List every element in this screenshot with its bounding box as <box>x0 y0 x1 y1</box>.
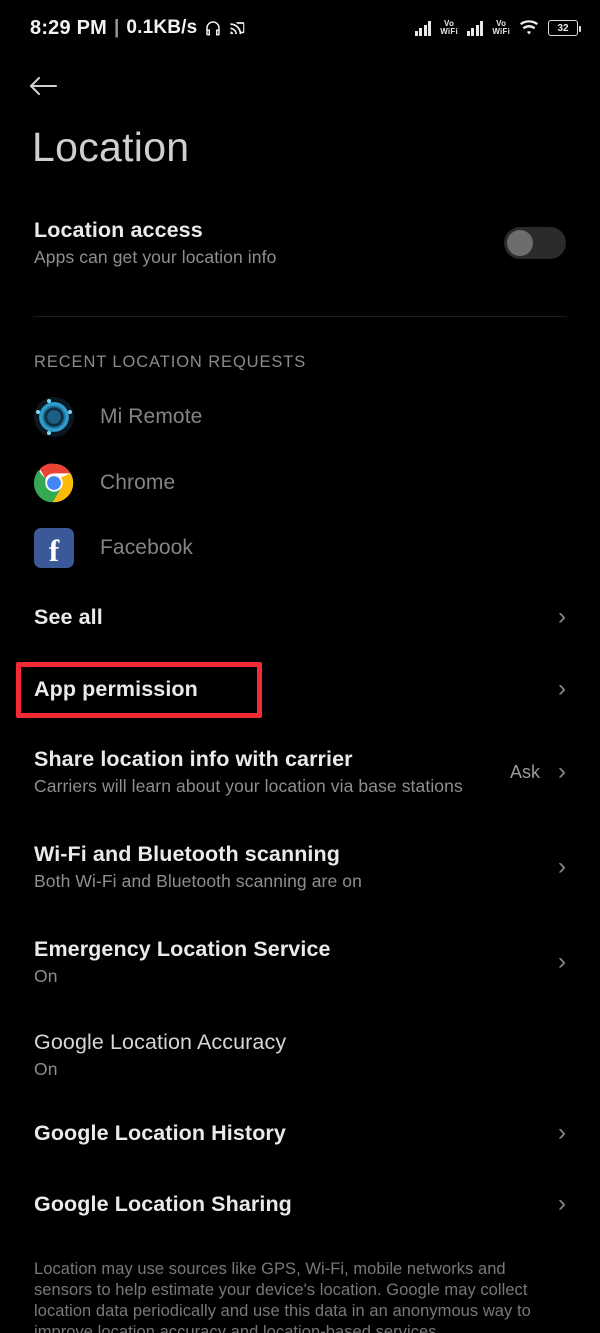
row-title: App permission <box>34 676 198 701</box>
row-subtitle: Both Wi-Fi and Bluetooth scanning are on <box>34 871 362 891</box>
chevron-right-icon: › <box>558 675 566 702</box>
location-access-title: Location access <box>34 218 203 242</box>
location-access-text: Location access Apps can get your locati… <box>34 218 504 268</box>
settings-row-google-location-accuracy[interactable]: Google Location Accuracy On <box>0 1026 600 1084</box>
status-separator: | <box>114 17 120 38</box>
settings-row-share-location-carrier[interactable]: Share location info with carrier Carrier… <box>0 742 600 802</box>
row-title: Google Location History <box>34 1120 286 1145</box>
section-divider <box>33 316 567 317</box>
cast-icon <box>229 20 246 37</box>
signal-bars-icon <box>414 20 432 36</box>
chevron-right-icon: › <box>558 1119 566 1146</box>
vowifi-1-line2: WiFi <box>440 27 458 36</box>
row-text: Share location info with carrier Carrier… <box>34 747 510 797</box>
status-bar-left: 8:29 PM | 0.1KB/s <box>30 17 246 40</box>
status-time: 8:29 PM <box>30 16 107 39</box>
row-text: See all <box>34 605 552 630</box>
list-item-facebook[interactable]: f Facebook <box>0 527 600 569</box>
battery-icon: 32 <box>548 20 582 36</box>
row-text: Emergency Location Service On <box>34 937 552 987</box>
settings-row-see-all[interactable]: See all › <box>0 596 600 638</box>
row-subtitle: On <box>34 966 58 986</box>
location-access-toggle[interactable] <box>504 227 566 259</box>
mi-remote-app-icon <box>34 397 74 437</box>
headphone-icon <box>204 19 222 37</box>
wifi-icon <box>519 20 539 36</box>
app-name-label: Mi Remote <box>100 405 203 428</box>
row-text: Google Location Sharing <box>34 1192 552 1217</box>
row-value: Ask <box>509 761 540 782</box>
toggle-knob <box>507 230 533 256</box>
page-title: Location <box>32 124 190 170</box>
vowifi-2-line2: WiFi <box>492 27 510 36</box>
location-settings-screen: 8:29 PM | 0.1KB/s Vo WiFi Vo WiFi 32 Loc… <box>0 0 600 1333</box>
facebook-app-icon: f <box>34 528 74 568</box>
location-access-subtitle: Apps can get your location info <box>34 247 277 267</box>
chevron-right-icon: › <box>558 948 566 975</box>
status-bar-right: Vo WiFi Vo WiFi 32 <box>414 20 582 36</box>
chevron-right-icon: › <box>558 603 566 630</box>
location-access-row[interactable]: Location access Apps can get your locati… <box>0 208 600 278</box>
chevron-right-icon: › <box>558 1190 566 1217</box>
row-title: Emergency Location Service <box>34 937 331 961</box>
row-title: See all <box>34 604 103 629</box>
network-speed-text: 0.1KB/s <box>126 17 198 38</box>
list-item-mi-remote[interactable]: Mi Remote <box>0 396 600 438</box>
back-arrow-icon <box>28 75 58 102</box>
row-subtitle: Carriers will learn about your location … <box>34 776 463 796</box>
row-text: Wi-Fi and Bluetooth scanning Both Wi-Fi … <box>34 842 552 892</box>
footer-description: Location may use sources like GPS, Wi-Fi… <box>34 1260 531 1333</box>
row-text: App permission <box>34 677 552 702</box>
settings-row-google-location-history[interactable]: Google Location History › <box>0 1112 600 1154</box>
row-title: Google Location Accuracy <box>34 1030 287 1054</box>
row-title: Share location info with carrier <box>34 747 353 771</box>
row-subtitle: On <box>34 1059 58 1079</box>
battery-level: 32 <box>557 22 569 34</box>
recent-requests-label: RECENT LOCATION REQUESTS <box>34 353 307 371</box>
settings-row-emergency-location-service[interactable]: Emergency Location Service On › <box>0 932 600 992</box>
row-title: Google Location Sharing <box>34 1191 292 1216</box>
chrome-app-icon <box>34 463 74 503</box>
row-title: Wi-Fi and Bluetooth scanning <box>34 842 340 866</box>
back-button[interactable] <box>28 68 76 108</box>
status-bar: 8:29 PM | 0.1KB/s Vo WiFi Vo WiFi 32 <box>0 0 600 56</box>
app-name-label: Chrome <box>100 471 176 494</box>
app-name-label: Facebook <box>100 536 194 559</box>
settings-row-app-permission[interactable]: App permission › <box>0 668 600 710</box>
chevron-right-icon: › <box>558 758 566 785</box>
signal-bars-2-icon <box>466 20 484 36</box>
vowifi-1-icon: Vo WiFi <box>440 20 458 36</box>
chevron-right-icon: › <box>558 853 566 880</box>
vowifi-2-icon: Vo WiFi <box>492 20 510 36</box>
list-item-chrome[interactable]: Chrome <box>0 462 600 504</box>
row-text: Google Location Accuracy On <box>34 1030 566 1080</box>
settings-row-wifi-bluetooth-scanning[interactable]: Wi-Fi and Bluetooth scanning Both Wi-Fi … <box>0 837 600 897</box>
row-text: Google Location History <box>34 1121 552 1146</box>
settings-row-google-location-sharing[interactable]: Google Location Sharing › <box>0 1183 600 1225</box>
